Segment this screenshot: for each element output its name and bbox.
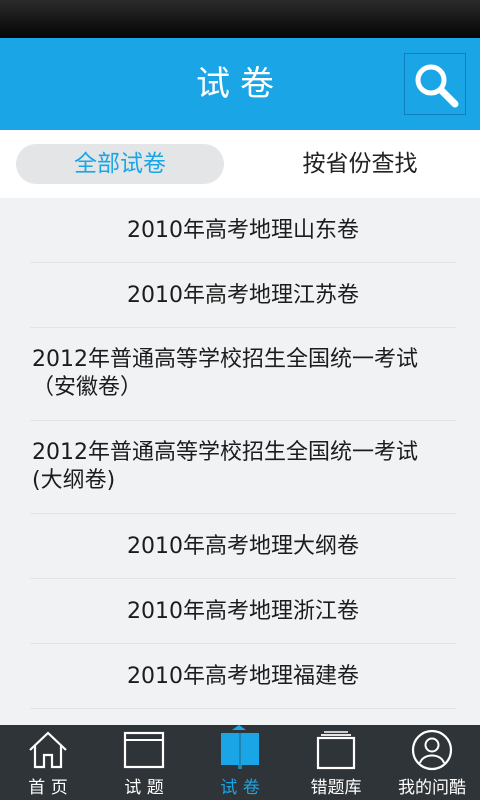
title-bar: 试卷	[0, 38, 480, 130]
list-item-title: 2010年高考地理江苏卷	[127, 283, 359, 308]
tab-mistakes[interactable]: 错题库	[288, 725, 384, 800]
tab-profile[interactable]: 我的问酷	[384, 725, 480, 800]
list-item-title: 2010年高考地理大纲卷	[127, 534, 359, 559]
status-bar	[0, 0, 480, 38]
tab-papers-label: 试 卷	[220, 778, 260, 798]
tab-home-label: 首 页	[28, 778, 68, 798]
tab-questions-label: 试 题	[124, 778, 164, 798]
home-icon	[29, 731, 67, 769]
list-item-title: 2010年高考地理浙江卷	[127, 599, 359, 624]
list-item-title: 2010年高考地理山东卷	[127, 218, 359, 243]
tab-papers[interactable]: 试 卷	[192, 725, 288, 800]
list-item[interactable]: 2012年普通高等学校招生全国统一考试（安徽卷）	[30, 328, 456, 421]
list-item[interactable]: 2010年高考地理大纲卷	[30, 514, 456, 579]
list-item-title: 2012年普通高等学校招生全国统一考试(大纲卷)	[32, 440, 418, 493]
list-item-title: 2010年高考地理福建卷	[127, 664, 359, 689]
book-icon	[221, 733, 259, 769]
active-tab-indicator	[232, 725, 246, 730]
tab-by-province[interactable]: 按省份查找	[256, 144, 464, 184]
questions-icon	[123, 731, 165, 769]
user-icon	[411, 729, 453, 771]
search-button[interactable]	[404, 53, 466, 115]
list-item-title: 2012年普通高等学校招生全国统一考试（安徽卷）	[32, 347, 418, 400]
tab-questions[interactable]: 试 题	[96, 725, 192, 800]
tab-all-papers[interactable]: 全部试卷	[16, 144, 224, 184]
paper-list: 2010年高考地理山东卷 2010年高考地理江苏卷 2012年普通高等学校招生全…	[0, 198, 480, 725]
tab-mistakes-label: 错题库	[310, 778, 362, 798]
filter-bar: 全部试卷 按省份查找	[0, 130, 480, 198]
tab-home[interactable]: 首 页	[0, 725, 96, 800]
list-item[interactable]: 2010年高考地理江苏卷	[30, 263, 456, 328]
list-item[interactable]: 2012年普通高等学校招生全国统一考试(大纲卷)	[30, 421, 456, 514]
folder-icon	[316, 731, 356, 770]
tab-profile-label: 我的问酷	[398, 778, 466, 798]
bottom-tab-bar: 首 页 试 题 试 卷 错题库 我的问酷	[0, 725, 480, 800]
search-icon	[415, 64, 459, 108]
list-item[interactable]: 2010年高考地理山东卷	[30, 198, 456, 263]
list-item[interactable]: 2010年高考地理浙江卷	[30, 579, 456, 644]
list-item[interactable]: 2010年高考地理福建卷	[30, 644, 456, 709]
